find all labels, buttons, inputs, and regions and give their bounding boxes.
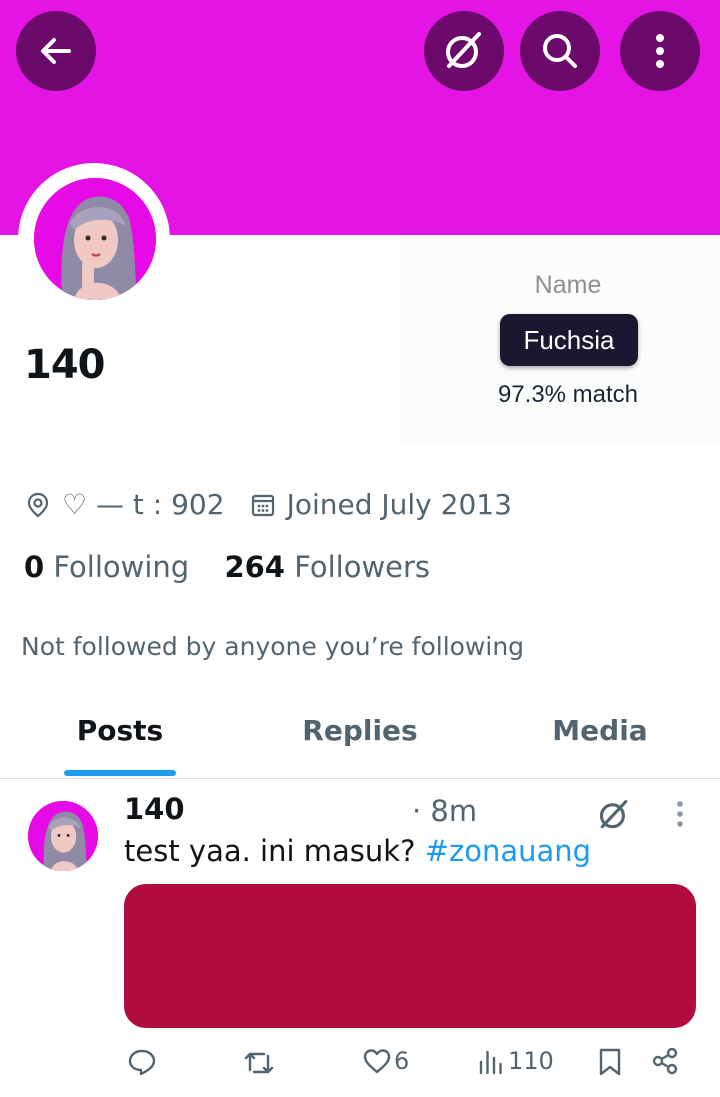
post-avatar-photo xyxy=(28,801,98,871)
heart-icon xyxy=(363,1049,391,1074)
search-icon xyxy=(543,34,577,68)
following-link[interactable]: 0 Following xyxy=(24,550,189,584)
bookmark-button[interactable] xyxy=(596,1046,624,1078)
analytics-icon xyxy=(479,1050,502,1075)
location-icon xyxy=(24,491,52,519)
profile-joined-date: Joined July 2013 xyxy=(286,488,512,521)
post-grok-button[interactable] xyxy=(596,797,632,837)
profile-meta-row: ♡ — t : 902 Joined July 2013 xyxy=(24,488,512,521)
followers-count: 264 xyxy=(224,550,285,584)
more-vertical-icon xyxy=(677,801,683,827)
repost-button[interactable] xyxy=(242,1046,276,1078)
profile-tabs: Posts Replies Media xyxy=(0,700,720,779)
follow-stats: 0 Following 264 Followers xyxy=(24,550,430,584)
tab-posts[interactable]: Posts xyxy=(0,714,240,747)
tab-media[interactable]: Media xyxy=(480,714,720,747)
share-button[interactable] xyxy=(650,1046,680,1076)
like-button[interactable]: 6 xyxy=(362,1046,409,1076)
back-button[interactable] xyxy=(16,11,96,91)
post-more-button[interactable] xyxy=(672,799,688,833)
reply-icon xyxy=(128,1049,156,1076)
color-match-percentage: 97.3% match xyxy=(497,381,639,408)
post-text: test yaa. ini masuk? #zonauang xyxy=(124,834,591,868)
reply-button[interactable] xyxy=(126,1046,158,1078)
post-timestamp[interactable]: · 8m xyxy=(412,794,477,828)
color-card-label: Name xyxy=(534,271,602,299)
active-tab-indicator xyxy=(64,770,176,776)
post-actions: 6 110 xyxy=(124,1046,696,1086)
followers-link[interactable]: 264 Followers xyxy=(224,550,430,584)
following-count: 0 xyxy=(24,550,45,584)
avatar-photo xyxy=(34,178,156,300)
like-count: 6 xyxy=(394,1047,410,1075)
post-media[interactable] xyxy=(124,884,696,1028)
search-button[interactable] xyxy=(520,11,600,91)
calendar-icon xyxy=(249,491,277,519)
share-icon xyxy=(652,1047,678,1075)
view-count: 110 xyxy=(508,1047,554,1075)
grok-icon xyxy=(446,32,481,68)
bookmark-icon xyxy=(599,1048,621,1076)
repost-icon xyxy=(244,1052,274,1074)
tab-replies[interactable]: Replies xyxy=(240,714,480,747)
avatar[interactable] xyxy=(34,178,156,300)
post-author-name[interactable]: 140 xyxy=(124,792,185,826)
views-button[interactable]: 110 xyxy=(478,1046,554,1076)
grok-icon xyxy=(599,800,628,829)
more-options-button[interactable] xyxy=(620,11,700,91)
post-hashtag[interactable]: #zonauang xyxy=(425,834,591,868)
post-body: test yaa. ini masuk? xyxy=(124,834,425,868)
following-label: Following xyxy=(53,550,190,584)
post-avatar[interactable] xyxy=(28,801,98,871)
followers-label: Followers xyxy=(294,550,431,584)
profile-display-name: 140 xyxy=(24,342,105,388)
color-name-chip: Fuchsia xyxy=(500,314,638,366)
more-vertical-icon xyxy=(656,34,664,68)
grok-button[interactable] xyxy=(424,11,504,91)
profile-location: ♡ — t : 902 xyxy=(62,488,225,521)
not-followed-notice: Not followed by anyone you’re following xyxy=(21,632,525,661)
arrow-left-icon xyxy=(41,38,71,64)
color-match-card: Name Fuchsia 97.3% match xyxy=(400,235,720,445)
